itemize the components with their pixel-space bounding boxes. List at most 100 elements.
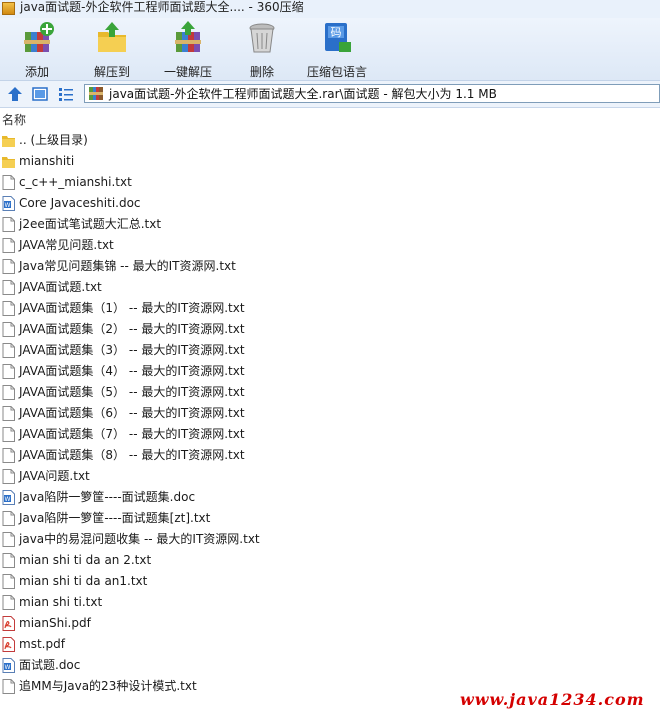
text-file-icon (2, 175, 15, 190)
text-file-icon (2, 448, 15, 463)
delete-button[interactable]: 删除 (244, 20, 280, 79)
file-name: java中的易混问题收集 -- 最大的IT资源网.txt (19, 532, 260, 546)
extract-folder-icon (98, 22, 126, 52)
toolbar: 添加 解压到 一键解压 删除 码 压缩包语言 (0, 18, 660, 81)
file-name: JAVA面试题集（8） -- 最大的IT资源网.txt (19, 448, 245, 462)
text-file-icon (2, 343, 15, 358)
text-file-icon (2, 679, 15, 694)
add-button[interactable]: 添加 (14, 20, 60, 79)
file-row[interactable]: W 面试题.doc (0, 655, 660, 676)
column-header: 名称 (0, 109, 660, 127)
file-row[interactable]: mian shi ti.txt (0, 592, 660, 613)
title-bar: java面试题-外企软件工程师面试题大全.... - 360压缩 (0, 0, 660, 18)
text-file-icon (2, 217, 15, 232)
folder-row[interactable]: .. (上级目录) (0, 130, 660, 151)
svg-text:W: W (5, 496, 11, 503)
name-column-header[interactable]: 名称 (2, 111, 26, 128)
text-file-icon (2, 553, 15, 568)
rar-archive-icon (89, 87, 103, 100)
watermark: www.java1234.com (460, 690, 645, 709)
file-row[interactable]: mian shi ti da an 2.txt (0, 550, 660, 571)
file-name: mian shi ti.txt (19, 595, 103, 609)
list-view-icon[interactable] (58, 86, 74, 102)
app-icon (2, 2, 15, 15)
file-row[interactable]: Java陷阱一箩筐----面试题集[zt].txt (0, 508, 660, 529)
text-file-icon (2, 385, 15, 400)
window-title: java面试题-外企软件工程师面试题大全.... - 360压缩 (20, 0, 304, 14)
svg-text:W: W (5, 202, 11, 209)
file-name: Java常见问题集锦 -- 最大的IT资源网.txt (19, 259, 236, 273)
up-arrow-icon[interactable] (6, 86, 24, 102)
file-row[interactable]: W Java陷阱一箩筐----面试题集.doc (0, 487, 660, 508)
file-name: JAVA常见问题.txt (19, 238, 114, 252)
file-row[interactable]: JAVA面试题集（2） -- 最大的IT资源网.txt (0, 319, 660, 340)
file-name: mianshiti (19, 154, 75, 168)
file-row[interactable]: mst.pdf (0, 634, 660, 655)
add-archive-icon (24, 22, 54, 52)
text-file-icon (2, 301, 15, 316)
text-file-icon (2, 364, 15, 379)
file-name: j2ee面试笔试题大汇总.txt (19, 217, 162, 231)
file-row[interactable]: JAVA问题.txt (0, 466, 660, 487)
text-file-icon (2, 280, 15, 295)
trash-icon (249, 23, 275, 53)
file-row[interactable]: JAVA面试题.txt (0, 277, 660, 298)
file-name: c_c++_mianshi.txt (19, 175, 132, 189)
one-click-extract-button[interactable]: 一键解压 (160, 20, 216, 79)
archive-language-button[interactable]: 码 压缩包语言 (306, 20, 368, 79)
file-name: JAVA问题.txt (19, 469, 90, 483)
file-row[interactable]: mian shi ti da an1.txt (0, 571, 660, 592)
file-row[interactable]: c_c++_mianshi.txt (0, 172, 660, 193)
archive-language-label: 压缩包语言 (306, 65, 367, 79)
file-row[interactable]: JAVA面试题集（1） -- 最大的IT资源网.txt (0, 298, 660, 319)
file-name: JAVA面试题集（3） -- 最大的IT资源网.txt (19, 343, 245, 357)
file-row[interactable]: JAVA面试题集（5） -- 最大的IT资源网.txt (0, 382, 660, 403)
extract-to-button[interactable]: 解压到 (90, 20, 134, 79)
word-doc-icon: W (2, 196, 15, 211)
file-row[interactable]: JAVA面试题集（4） -- 最大的IT资源网.txt (0, 361, 660, 382)
file-row[interactable]: java中的易混问题收集 -- 最大的IT资源网.txt (0, 529, 660, 550)
extract-to-label: 解压到 (93, 65, 130, 79)
thumbnail-view-icon[interactable] (32, 86, 48, 102)
file-row[interactable]: Java常见问题集锦 -- 最大的IT资源网.txt (0, 256, 660, 277)
file-row[interactable]: JAVA面试题集（3） -- 最大的IT资源网.txt (0, 340, 660, 361)
one-click-extract-label: 一键解压 (163, 65, 212, 79)
file-row[interactable]: JAVA面试题集（8） -- 最大的IT资源网.txt (0, 445, 660, 466)
folder-icon (2, 136, 15, 147)
text-file-icon (2, 574, 15, 589)
file-name: 追MM与Java的23种设计模式.txt (19, 679, 197, 693)
text-file-icon (2, 469, 15, 484)
file-name: 面试题.doc (19, 658, 81, 672)
file-name: Java陷阱一箩筐----面试题集[zt].txt (19, 511, 211, 525)
file-list: .. (上级目录) mianshiti c_c++_mianshi.txt W Core… (0, 130, 660, 697)
file-row[interactable]: JAVA常见问题.txt (0, 235, 660, 256)
text-file-icon (2, 322, 15, 337)
file-name: Core Javaceshiti.doc (19, 196, 141, 210)
file-row[interactable]: JAVA面试题集（7） -- 最大的IT资源网.txt (0, 424, 660, 445)
file-name: JAVA面试题集（6） -- 最大的IT资源网.txt (19, 406, 245, 420)
file-name: mst.pdf (19, 637, 65, 651)
file-name: mian shi ti da an 2.txt (19, 553, 152, 567)
file-row[interactable]: mianShi.pdf (0, 613, 660, 634)
text-file-icon (2, 259, 15, 274)
svg-text:码: 码 (331, 26, 342, 39)
text-file-icon (2, 595, 15, 610)
add-label: 添加 (24, 65, 49, 79)
address-bar: java面试题-外企软件工程师面试题大全.rar\面试题 - 解包大小为 1.1… (0, 81, 660, 108)
pdf-file-icon (2, 637, 15, 652)
pdf-file-icon (2, 616, 15, 631)
file-name: JAVA面试题集（1） -- 最大的IT资源网.txt (19, 301, 245, 315)
svg-text:W: W (5, 664, 11, 671)
file-row[interactable]: W Core Javaceshiti.doc (0, 193, 660, 214)
word-doc-icon: W (2, 658, 15, 673)
file-name: JAVA面试题集（2） -- 最大的IT资源网.txt (19, 322, 245, 336)
text-file-icon (2, 427, 15, 442)
file-name: Java陷阱一箩筐----面试题集.doc (19, 490, 196, 504)
file-name: .. (上级目录) (19, 133, 88, 147)
path-text: java面试题-外企软件工程师面试题大全.rar\面试题 - 解包大小为 1.1… (109, 87, 497, 101)
path-field[interactable]: java面试题-外企软件工程师面试题大全.rar\面试题 - 解包大小为 1.1… (84, 84, 660, 103)
file-name: mian shi ti da an1.txt (19, 574, 148, 588)
folder-row[interactable]: mianshiti (0, 151, 660, 172)
file-row[interactable]: JAVA面试题集（6） -- 最大的IT资源网.txt (0, 403, 660, 424)
file-row[interactable]: j2ee面试笔试题大汇总.txt (0, 214, 660, 235)
